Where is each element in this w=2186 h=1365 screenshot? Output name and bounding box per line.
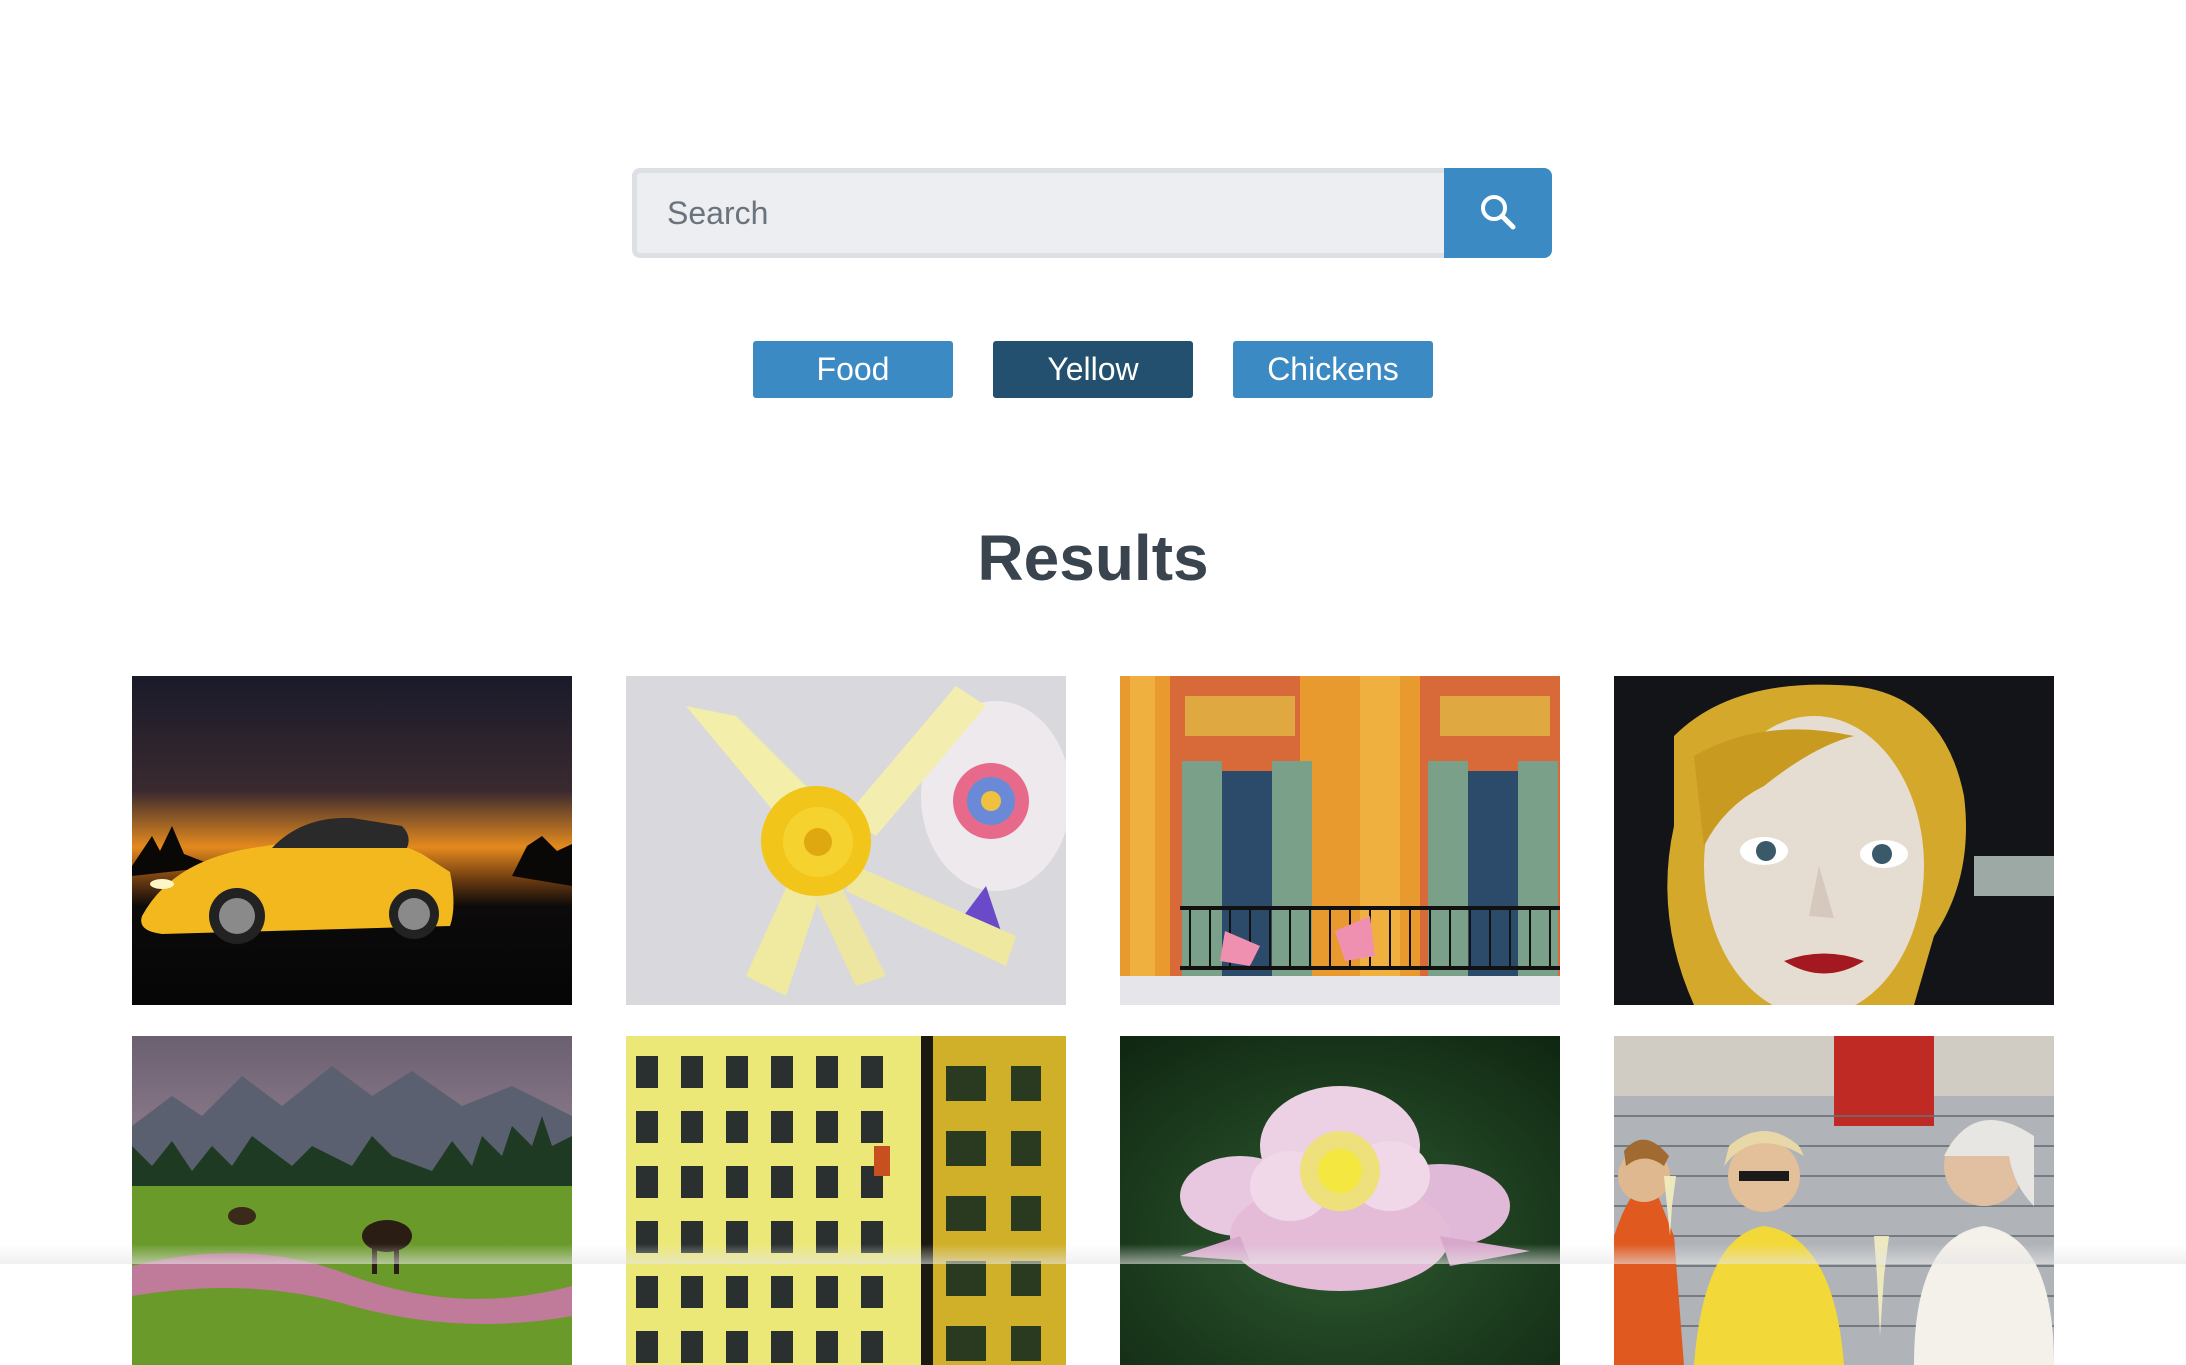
tag-food[interactable]: Food bbox=[753, 341, 953, 398]
result-image[interactable] bbox=[132, 676, 572, 1005]
result-image[interactable] bbox=[626, 1036, 1066, 1365]
scroll-fade bbox=[0, 1244, 2186, 1264]
result-image[interactable] bbox=[1614, 676, 2054, 1005]
result-image[interactable] bbox=[626, 676, 1066, 1005]
result-image[interactable] bbox=[1120, 676, 1560, 1005]
tag-yellow[interactable]: Yellow bbox=[993, 341, 1193, 398]
result-image[interactable] bbox=[1614, 1036, 2054, 1365]
tag-filter-bar: Food Yellow Chickens bbox=[0, 341, 2186, 398]
result-image[interactable] bbox=[1120, 1036, 1560, 1365]
results-heading: Results bbox=[977, 522, 1209, 594]
search-input[interactable] bbox=[632, 168, 1444, 258]
result-image[interactable] bbox=[132, 1036, 572, 1365]
search-icon bbox=[1478, 192, 1518, 235]
search-button[interactable] bbox=[1444, 168, 1552, 258]
tag-chickens[interactable]: Chickens bbox=[1233, 341, 1433, 398]
search-bar bbox=[632, 168, 1552, 258]
